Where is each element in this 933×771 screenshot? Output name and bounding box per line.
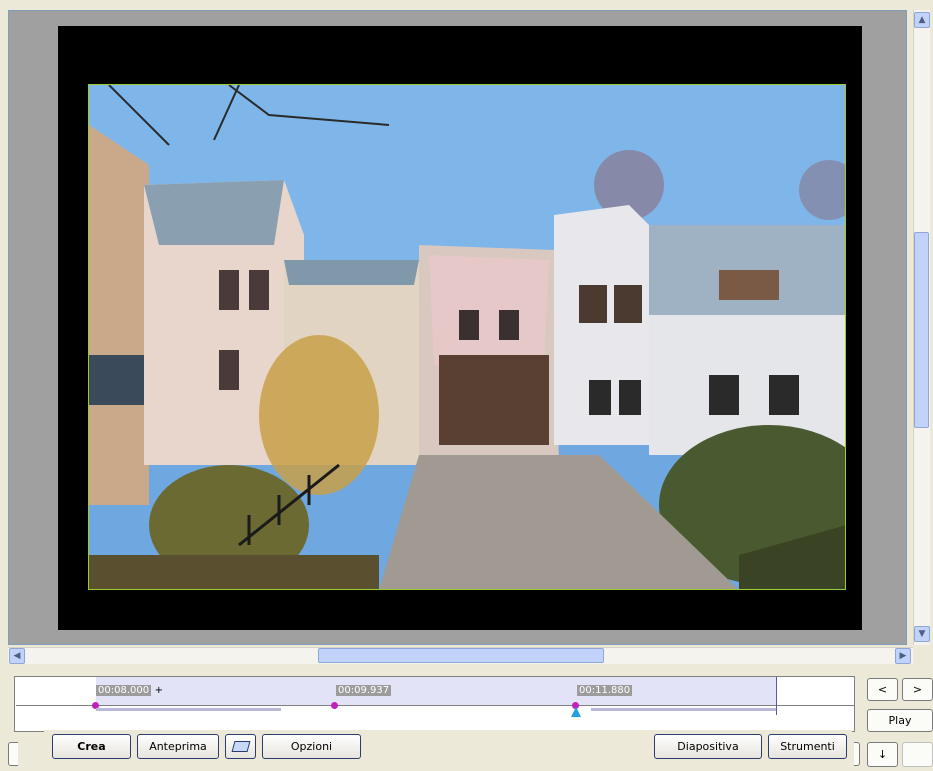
marker-time-label: 00:09.937 [336,685,392,696]
move-down-button[interactable]: ↓ [867,742,898,767]
photo-image [89,85,845,589]
strumenti-button[interactable]: Strumenti [768,734,847,759]
chevron-right-icon[interactable]: ▶ [895,648,911,664]
left-edge-button[interactable] [8,742,18,766]
timeline-end-marker [776,677,777,715]
marker-time-label: 00:11.880 [577,685,633,696]
marker-time-label: 00:08.000 [96,685,152,696]
playhead-icon[interactable] [571,707,581,717]
timeline-selection [96,677,776,705]
right-edge-button[interactable] [854,742,860,766]
keyframe-2[interactable] [331,702,338,709]
horizontal-scroll-thumb[interactable] [318,648,604,663]
timeline-sub-bar [591,708,776,711]
timeline-marker-3: 00:11.880 [577,683,633,697]
diapositiva-button[interactable]: Diapositiva [654,734,762,759]
opzioni-button[interactable]: Opzioni [262,734,361,759]
chevron-left-icon[interactable]: ◀ [9,648,25,664]
chevron-down-icon[interactable]: ▼ [914,626,930,642]
timeline-sub-bar [96,708,281,711]
prev-button[interactable]: < [867,678,898,701]
disabled-button [902,742,933,767]
slide-photo[interactable] [88,84,846,590]
timeline-marker-1: 00:08.000 + [96,683,163,697]
anteprima-button[interactable]: Anteprima [137,734,219,759]
chevron-up-icon[interactable]: ▲ [914,12,930,28]
next-button[interactable]: > [902,678,933,701]
timeline-line [16,705,854,706]
timeline-marker-2: 00:09.937 [336,683,392,697]
frame-button[interactable] [225,734,256,759]
crea-button[interactable]: Crea [52,734,131,759]
play-button[interactable]: Play [867,709,933,732]
marker-suffix: + [154,685,163,696]
vertical-scroll-thumb[interactable] [914,232,929,428]
frame-icon [231,741,250,752]
